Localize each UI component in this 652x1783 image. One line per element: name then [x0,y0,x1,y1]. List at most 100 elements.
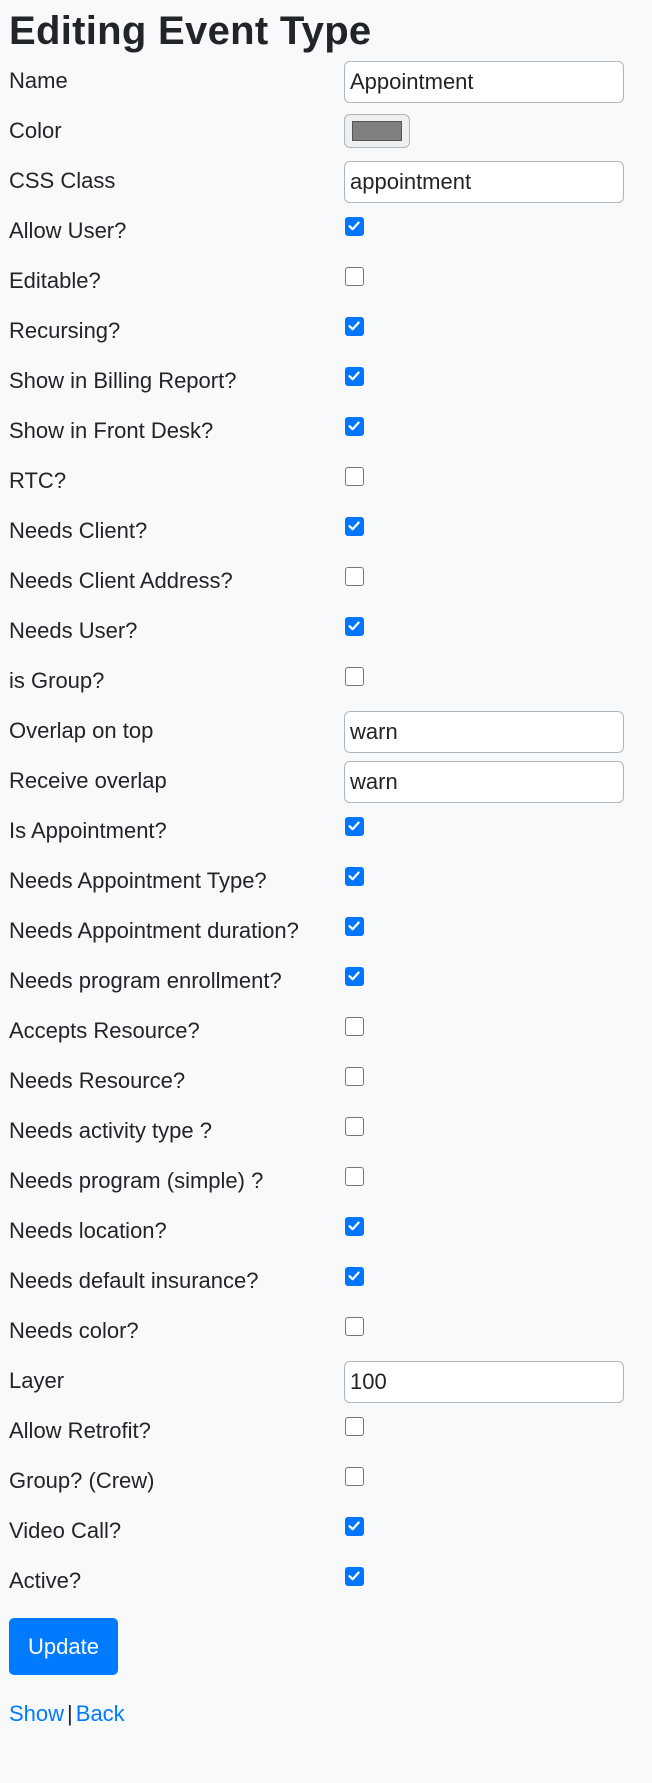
name-field-wrapper [344,61,643,103]
form-row-needs-resource: Needs Resource? [9,1065,643,1115]
needs-resource-label: Needs Resource? [9,1068,186,1093]
active-checkbox[interactable] [345,1567,364,1586]
form-row-needs-client-address: Needs Client Address? [9,565,643,615]
form-row-editable: Editable? [9,265,643,315]
needs-color-label: Needs color? [9,1318,139,1343]
allow-retrofit-checkbox[interactable] [345,1417,364,1436]
checkmark-icon [348,1571,360,1581]
event-type-form: Name Color CSS Class Allow User? Editable? Re… [9,61,643,1615]
needs-program-simple-label: Needs program (simple) ? [9,1168,264,1193]
form-row-rtc: RTC? [9,465,643,515]
needs-user-checkbox[interactable] [345,617,364,636]
form-row-needs-color: Needs color? [9,1315,643,1365]
needs-program-simple-field-wrapper [344,1165,643,1186]
needs-user-field-wrapper [344,615,643,636]
needs-color-checkbox[interactable] [345,1317,364,1336]
color-picker[interactable] [344,114,410,148]
color-label: Color [9,118,62,143]
color-field-wrapper [344,114,643,148]
form-row-overlap-on-top: Overlap on top [9,711,643,765]
needs-resource-field-wrapper [344,1065,643,1086]
editable-field-wrapper [344,265,643,286]
form-row-receive-overlap: Receive overlap [9,761,643,815]
form-row-active: Active? [9,1565,643,1615]
form-row-recursing: Recursing? [9,315,643,365]
form-row-needs-location: Needs location? [9,1215,643,1265]
show-in-front-desk-checkbox[interactable] [345,417,364,436]
layer-field-wrapper [344,1361,643,1403]
video-call-checkbox[interactable] [345,1517,364,1536]
edit-event-type-page: Editing Event Type Name Color CSS Class All… [0,0,652,1727]
css-class-input[interactable] [344,161,624,203]
needs-program-enrollment-field-wrapper [344,965,643,986]
form-row-is-group: is Group? [9,665,643,715]
needs-program-simple-checkbox[interactable] [345,1167,364,1186]
needs-default-insurance-field-wrapper [344,1265,643,1286]
form-row-needs-activity-type: Needs activity type ? [9,1115,643,1165]
form-row-accepts-resource: Accepts Resource? [9,1015,643,1065]
needs-appointment-duration-label: Needs Appointment duration? [9,918,299,943]
recursing-checkbox[interactable] [345,317,364,336]
overlap-on-top-input[interactable] [344,711,624,753]
needs-appointment-duration-field-wrapper [344,915,643,936]
checkmark-icon [348,921,360,931]
needs-default-insurance-checkbox[interactable] [345,1267,364,1286]
receive-overlap-field-wrapper [344,761,643,803]
group-crew-label: Group? (Crew) [9,1468,155,1493]
is-group-label: is Group? [9,668,105,693]
show-link[interactable]: Show [9,1701,64,1726]
needs-default-insurance-label: Needs default insurance? [9,1268,259,1293]
update-button[interactable]: Update [9,1618,118,1675]
css-class-field-wrapper [344,161,643,203]
rtc-checkbox[interactable] [345,467,364,486]
show-in-billing-report-checkbox[interactable] [345,367,364,386]
page-title: Editing Event Type [9,9,372,53]
checkmark-icon [348,371,360,381]
form-row-allow-retrofit: Allow Retrofit? [9,1415,643,1465]
checkmark-icon [348,421,360,431]
needs-activity-type-label: Needs activity type ? [9,1118,212,1143]
needs-resource-checkbox[interactable] [345,1067,364,1086]
accepts-resource-checkbox[interactable] [345,1017,364,1036]
needs-activity-type-checkbox[interactable] [345,1117,364,1136]
is-appointment-checkbox[interactable] [345,817,364,836]
name-label: Name [9,68,68,93]
show-in-billing-report-field-wrapper [344,365,643,386]
recursing-field-wrapper [344,315,643,336]
form-row-show-in-front-desk: Show in Front Desk? [9,415,643,465]
allow-user-label: Allow User? [9,218,127,243]
needs-appointment-type-field-wrapper [344,865,643,886]
needs-appointment-duration-checkbox[interactable] [345,917,364,936]
checkmark-icon [348,221,360,231]
checkmark-icon [348,1521,360,1531]
needs-client-address-field-wrapper [344,565,643,586]
form-row-needs-client: Needs Client? [9,515,643,565]
receive-overlap-label: Receive overlap [9,768,167,793]
back-link[interactable]: Back [76,1701,125,1726]
needs-location-checkbox[interactable] [345,1217,364,1236]
receive-overlap-input[interactable] [344,761,624,803]
allow-user-checkbox[interactable] [345,217,364,236]
needs-client-field-wrapper [344,515,643,536]
needs-client-address-checkbox[interactable] [345,567,364,586]
checkmark-icon [348,521,360,531]
group-crew-checkbox[interactable] [345,1467,364,1486]
needs-activity-type-field-wrapper [344,1115,643,1136]
accepts-resource-label: Accepts Resource? [9,1018,200,1043]
form-row-name: Name [9,61,643,115]
layer-input[interactable] [344,1361,624,1403]
form-row-needs-program-simple: Needs program (simple) ? [9,1165,643,1215]
needs-program-enrollment-checkbox[interactable] [345,967,364,986]
show-in-front-desk-label: Show in Front Desk? [9,418,214,443]
form-actions: Update [9,1615,643,1675]
is-group-checkbox[interactable] [345,667,364,686]
is-appointment-field-wrapper [344,815,643,836]
needs-client-checkbox[interactable] [345,517,364,536]
show-in-front-desk-field-wrapper [344,415,643,436]
link-separator: | [67,1701,73,1726]
editable-checkbox[interactable] [345,267,364,286]
rtc-label: RTC? [9,468,67,493]
needs-appointment-type-checkbox[interactable] [345,867,364,886]
overlap-on-top-label: Overlap on top [9,718,154,743]
name-input[interactable] [344,61,624,103]
